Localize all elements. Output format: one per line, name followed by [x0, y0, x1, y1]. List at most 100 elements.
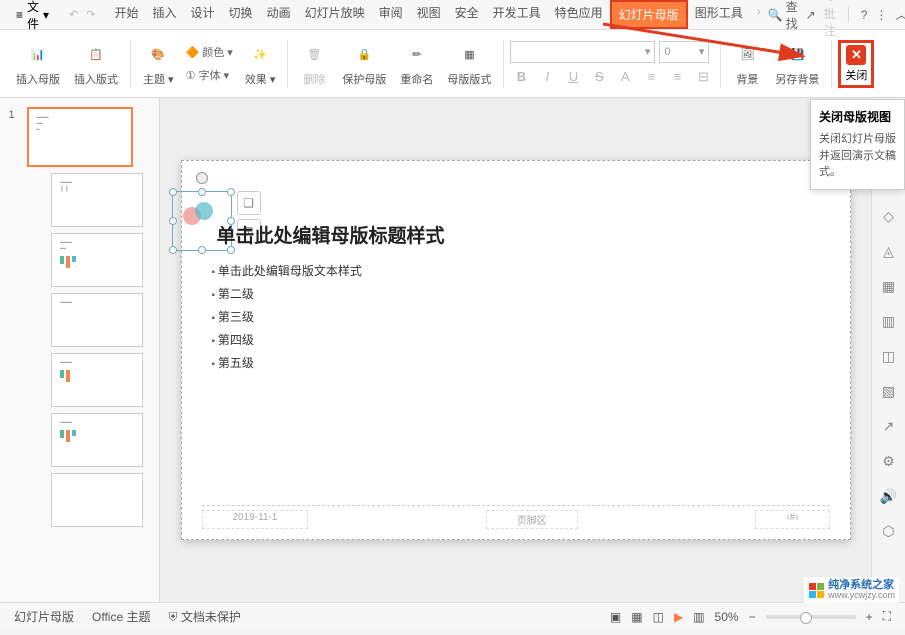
protect-button[interactable]: 🔒 保护母版: [336, 41, 392, 87]
resize-handle[interactable]: [198, 188, 206, 196]
master-layout-button[interactable]: ▦ 母版版式: [441, 41, 497, 87]
zoom-value[interactable]: 50%: [715, 610, 739, 624]
numbering-button[interactable]: ≡: [666, 67, 688, 87]
tab-animation[interactable]: 动画: [260, 0, 298, 29]
protect-icon: 🔒: [350, 41, 378, 69]
zoom-slider[interactable]: [766, 615, 856, 619]
rename-button[interactable]: ✏ 重命名: [394, 41, 439, 87]
insert-master-button[interactable]: 📊 插入母版: [10, 41, 66, 87]
layers-button[interactable]: ❏: [237, 191, 261, 215]
status-protect[interactable]: ⛨ 文档未保护: [168, 608, 240, 625]
share-icon[interactable]: ↗: [806, 8, 816, 22]
font-family-select[interactable]: ▾: [510, 41, 655, 63]
zoom-out-button[interactable]: −: [749, 610, 756, 624]
thumbnail-layout[interactable]: ━━━━: [51, 413, 143, 467]
color-button[interactable]: 🔶 颜色 ▾: [182, 42, 237, 62]
tab-view[interactable]: 视图: [410, 0, 448, 29]
slidenum-placeholder[interactable]: ‹#›: [755, 510, 829, 529]
view-normal-icon[interactable]: ▣: [610, 610, 621, 624]
tab-graphics[interactable]: 图形工具: [688, 0, 750, 29]
underline-button[interactable]: U: [562, 67, 584, 87]
tab-design[interactable]: 设计: [184, 0, 222, 29]
search-icon: 🔍: [768, 8, 783, 22]
close-master-button[interactable]: ✕ 关闭: [838, 40, 874, 88]
play-button[interactable]: ▶: [674, 610, 683, 624]
date-placeholder[interactable]: 2019-11-1: [202, 510, 309, 529]
tab-transition[interactable]: 切换: [222, 0, 260, 29]
menu-tabs: 开始 插入 设计 切换 动画 幻灯片放映 审阅 视图 安全 开发工具 特色应用 …: [108, 0, 768, 29]
footer-placeholder[interactable]: 页脚区: [486, 510, 578, 529]
thumbnail-master[interactable]: 1 ━━━━━━━: [27, 107, 133, 167]
theme-button[interactable]: 🎨 主题 ▾: [137, 41, 180, 87]
delete-button[interactable]: 🗑 删除: [294, 41, 334, 87]
font-color-button[interactable]: A: [614, 67, 636, 87]
resize-handle[interactable]: [169, 217, 177, 225]
strike-button[interactable]: S: [588, 67, 610, 87]
tooltip-title: 关闭母版视图: [819, 108, 896, 125]
main-area: 1 ━━━━━━━ ━━━━║ ║ ━━━━━━ ━━━━ ━━━━ ━━━━ …: [0, 98, 905, 602]
tab-developer[interactable]: 开发工具: [486, 0, 548, 29]
insert-layout-button[interactable]: 📋 插入版式: [68, 41, 124, 87]
font-button[interactable]: ①字体 ▾: [182, 65, 237, 85]
zoom-fit-button[interactable]: ⛶: [883, 609, 891, 624]
menu-right: 🔍 查找 ↗ ✎批注 ? ⋮ ︿: [768, 0, 905, 39]
help-icon[interactable]: ?: [861, 8, 868, 22]
tab-start[interactable]: 开始: [108, 0, 146, 29]
tab-slideshow[interactable]: 幻灯片放映: [298, 0, 372, 29]
slide-footer: 2019-11-1 页脚区 ‹#›: [202, 505, 830, 529]
collapse-icon[interactable]: ︿: [895, 6, 905, 23]
sidebar-icon[interactable]: ⚙: [882, 453, 895, 470]
bold-button[interactable]: B: [510, 67, 532, 87]
tab-security[interactable]: 安全: [448, 0, 486, 29]
view-outline-icon[interactable]: ▥: [693, 610, 704, 624]
sidebar-icon[interactable]: ⬡: [882, 523, 894, 540]
sidebar-icon[interactable]: ◫: [882, 348, 895, 365]
sidebar-icon[interactable]: ↗: [883, 418, 895, 435]
sidebar-icon[interactable]: 🔊: [880, 488, 897, 505]
sidebar-icon[interactable]: ▧: [882, 383, 895, 400]
thumbnail-layout[interactable]: ━━━━: [51, 353, 143, 407]
font-size-select[interactable]: 0▾: [659, 41, 709, 63]
thumbnail-layout[interactable]: [51, 473, 143, 527]
sidebar-icon[interactable]: ▦: [882, 278, 895, 295]
thumbnail-layout[interactable]: ━━━━: [51, 293, 143, 347]
batch-button[interactable]: ✎批注: [824, 0, 837, 39]
file-label: 文件: [27, 0, 39, 32]
file-menu[interactable]: ≡ 文件 ▾: [8, 0, 57, 36]
search-button[interactable]: 🔍 查找: [768, 0, 798, 32]
thumbnail-layout[interactable]: ━━━━║ ║: [51, 173, 143, 227]
tab-special[interactable]: 特色应用: [548, 0, 610, 29]
view-reading-icon[interactable]: ◫: [653, 610, 664, 624]
resize-handle[interactable]: [169, 246, 177, 254]
undo-icon[interactable]: ↶: [69, 8, 78, 21]
bullets-button[interactable]: ≡: [640, 67, 662, 87]
more-icon[interactable]: ⋮: [875, 8, 887, 22]
resize-handle[interactable]: [198, 246, 206, 254]
tab-overflow[interactable]: ›: [750, 0, 768, 29]
format-row: B I U S A ≡ ≡ ⊟: [510, 67, 714, 87]
sidebar-icon[interactable]: ▥: [882, 313, 895, 330]
sidebar-icon[interactable]: ◬: [883, 243, 894, 260]
resize-handle[interactable]: [169, 188, 177, 196]
redo-icon[interactable]: ↷: [86, 8, 95, 21]
tab-insert[interactable]: 插入: [146, 0, 184, 29]
rotate-handle[interactable]: [196, 172, 208, 184]
view-sorter-icon[interactable]: ▦: [631, 610, 642, 624]
save-bg-button[interactable]: 💾 另存背景: [769, 41, 825, 87]
tab-review[interactable]: 审阅: [372, 0, 410, 29]
zoom-in-button[interactable]: +: [866, 610, 873, 624]
align-button[interactable]: ⊟: [692, 67, 714, 87]
italic-button[interactable]: I: [536, 67, 558, 87]
bg-button[interactable]: 🖼 背景: [727, 41, 767, 87]
sidebar-icon[interactable]: ◇: [883, 208, 894, 225]
effects-label: 效果: [245, 74, 267, 86]
resize-handle[interactable]: [227, 188, 235, 196]
canvas-area[interactable]: ❏ ⊞ 单击此处编辑母版标题样式 单击此处编辑母版文本样式 第二级 第三级 第四…: [160, 98, 871, 602]
slide[interactable]: ❏ ⊞ 单击此处编辑母版标题样式 单击此处编辑母版文本样式 第二级 第三级 第四…: [181, 160, 851, 540]
thumbnail-layout[interactable]: ━━━━━━: [51, 233, 143, 287]
effects-button[interactable]: ✨ 效果 ▾: [239, 41, 282, 87]
slide-title-placeholder[interactable]: 单击此处编辑母版标题样式: [217, 221, 445, 248]
slide-body-placeholder[interactable]: 单击此处编辑母版文本样式 第二级 第三级 第四级 第五级: [212, 256, 820, 377]
tab-slidemaster[interactable]: 幻灯片母版: [610, 0, 688, 29]
thumbnail-panel[interactable]: 1 ━━━━━━━ ━━━━║ ║ ━━━━━━ ━━━━ ━━━━ ━━━━: [0, 98, 160, 602]
